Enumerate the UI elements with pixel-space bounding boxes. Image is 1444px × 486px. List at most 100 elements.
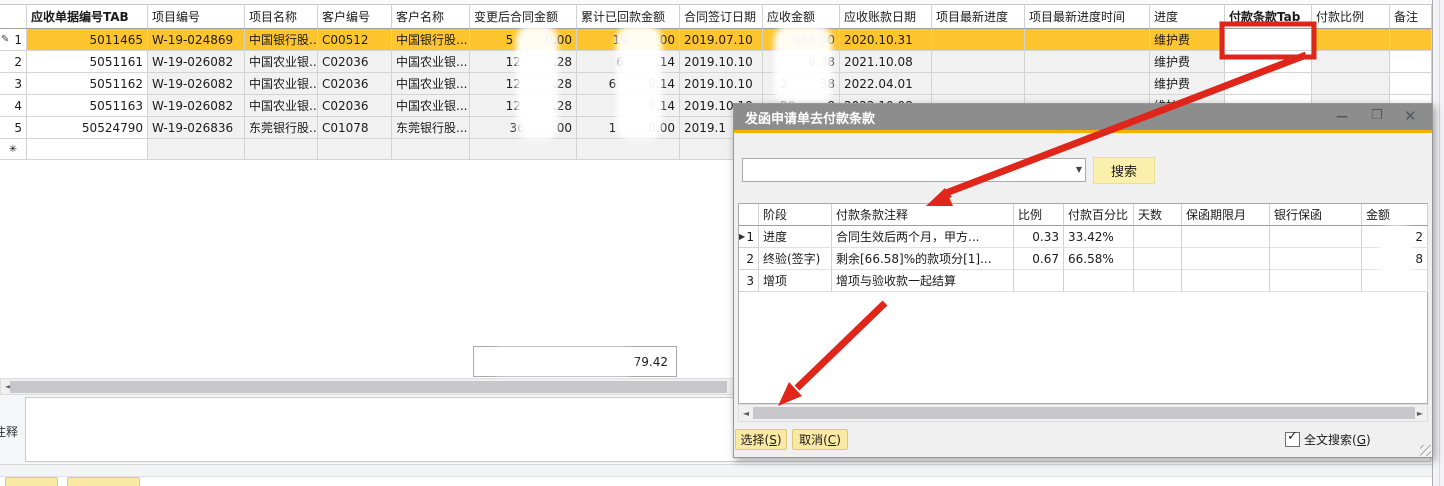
close-icon[interactable]: ✕ [1404,107,1417,125]
column-header[interactable]: 付款百分比 [1064,204,1134,226]
new-row-header[interactable]: ✳ [0,139,27,160]
table-cell[interactable]: 5051161 [27,51,148,73]
column-header[interactable]: 客户编号 [318,4,392,29]
table-cell[interactable]: W-19-024869 [148,29,245,51]
scroll-right-icon[interactable]: ► [1413,406,1427,421]
table-cell[interactable]: 终验(签字) [759,248,832,270]
table-cell[interactable]: 0.67 [1014,248,1064,270]
table-cell[interactable]: 东莞银行股... [245,117,318,139]
table-cell[interactable] [1182,248,1270,270]
table-cell[interactable] [1225,51,1312,73]
table-cell[interactable] [245,139,318,160]
table-cell[interactable] [148,139,245,160]
table-cell[interactable]: 增项 [759,270,832,292]
table-cell[interactable]: 合同生效后两个月，甲方... [832,226,1014,248]
table-cell[interactable]: 50524790 [27,117,148,139]
table-cell[interactable]: 2019.10.10 [680,51,763,73]
table-cell[interactable] [1312,51,1390,73]
table-cell[interactable]: 中国银行股... [245,29,318,51]
table-cell[interactable]: 维护费 [1150,73,1225,95]
table-cell[interactable]: 66.58% [1064,248,1134,270]
column-header[interactable] [739,204,759,226]
select-button[interactable]: 选择(S) [735,429,787,450]
column-header[interactable]: 项目名称 [245,4,318,29]
table-cell[interactable]: 2020.10.31 [840,29,932,51]
table-cell[interactable]: 中国农业银... [392,51,470,73]
table-cell[interactable]: W-19-026836 [148,117,245,139]
column-header[interactable]: 付款条款注释 [832,204,1014,226]
table-cell[interactable] [1134,226,1182,248]
table-cell[interactable]: 33.42% [1064,226,1134,248]
row-header[interactable]: ▶1 [739,226,759,248]
column-header[interactable]: 付款比例 [1312,4,1390,29]
maximize-icon[interactable]: ❐ [1371,108,1383,123]
table-cell[interactable]: 5011465 [27,29,148,51]
column-header[interactable]: 项目最新进度时间 [1025,4,1150,29]
bottom-button-1[interactable] [5,477,58,486]
table-cell[interactable] [392,139,470,160]
column-header[interactable]: 合同签订日期 [680,4,763,29]
table-cell[interactable]: C02036 [318,73,392,95]
table-cell[interactable] [318,139,392,160]
table-cell[interactable] [1134,270,1182,292]
table-cell[interactable] [1064,270,1134,292]
bottom-button-2[interactable] [67,477,140,486]
table-cell[interactable] [1225,73,1312,95]
chevron-down-icon[interactable]: ▼ [1076,165,1082,174]
table-cell[interactable] [932,51,1025,73]
main-hscrollbar-thumb[interactable] [10,381,727,393]
table-cell[interactable] [27,139,148,160]
table-cell[interactable]: 东莞银行股... [392,117,470,139]
row-header[interactable]: 5 [0,117,27,139]
table-cell[interactable]: 2021.10.08 [840,51,932,73]
column-header[interactable]: 阶段 [759,204,832,226]
row-header[interactable]: ✎1 [0,29,27,51]
table-cell[interactable] [1182,226,1270,248]
checkbox-icon[interactable]: ✓ [1285,432,1300,447]
row-header[interactable]: 2 [739,248,759,270]
resize-grip[interactable] [1420,445,1431,456]
table-cell[interactable] [932,29,1025,51]
column-header[interactable]: 金额 [1362,204,1428,226]
row-header[interactable]: 3 [739,270,759,292]
table-cell[interactable] [1270,226,1362,248]
table-cell[interactable]: 5051162 [27,73,148,95]
table-cell[interactable]: 中国银行股... [392,29,470,51]
table-cell[interactable]: 中国农业银... [245,95,318,117]
table-cell[interactable]: 中国农业银... [392,95,470,117]
table-cell[interactable]: W-19-026082 [148,51,245,73]
table-cell[interactable] [1225,29,1312,51]
table-cell[interactable] [1025,73,1150,95]
table-cell[interactable]: 2019.07.10 [680,29,763,51]
table-cell[interactable]: W-19-026082 [148,73,245,95]
table-cell[interactable] [1025,51,1150,73]
cancel-button[interactable]: 取消(C) [792,429,848,450]
table-cell[interactable] [1025,29,1150,51]
row-header[interactable]: 4 [0,95,27,117]
table-cell[interactable] [1270,270,1362,292]
search-button[interactable]: 搜索 [1093,157,1155,184]
minimize-icon[interactable]: — [1336,109,1348,123]
table-cell[interactable]: 0.33 [1014,226,1064,248]
dialog-titlebar[interactable]: 发函申请单去付款条款 — ❐ ✕ [734,104,1432,130]
table-cell[interactable]: C02036 [318,51,392,73]
fulltext-search-checkbox[interactable]: ✓ 全文搜索(G) [1285,431,1371,448]
scroll-left-icon[interactable]: ◄ [739,406,753,421]
row-header[interactable]: 2 [0,51,27,73]
table-cell[interactable]: 2019.10.10 [680,73,763,95]
table-cell[interactable] [1390,73,1432,95]
column-header[interactable]: 项目编号 [148,4,245,29]
table-cell[interactable]: C01078 [318,117,392,139]
table-cell[interactable] [1134,248,1182,270]
table-cell[interactable] [1390,51,1432,73]
column-header[interactable]: 天数 [1134,204,1182,226]
column-header[interactable]: 客户名称 [392,4,470,29]
column-header[interactable]: 进度 [1150,4,1225,29]
column-header[interactable]: 银行保函 [1270,204,1362,226]
table-cell[interactable]: C00512 [318,29,392,51]
table-cell[interactable] [1312,29,1390,51]
table-cell[interactable] [1312,73,1390,95]
table-cell[interactable]: 维护费 [1150,29,1225,51]
table-cell[interactable]: 进度 [759,226,832,248]
table-cell[interactable]: 2022.04.01 [840,73,932,95]
